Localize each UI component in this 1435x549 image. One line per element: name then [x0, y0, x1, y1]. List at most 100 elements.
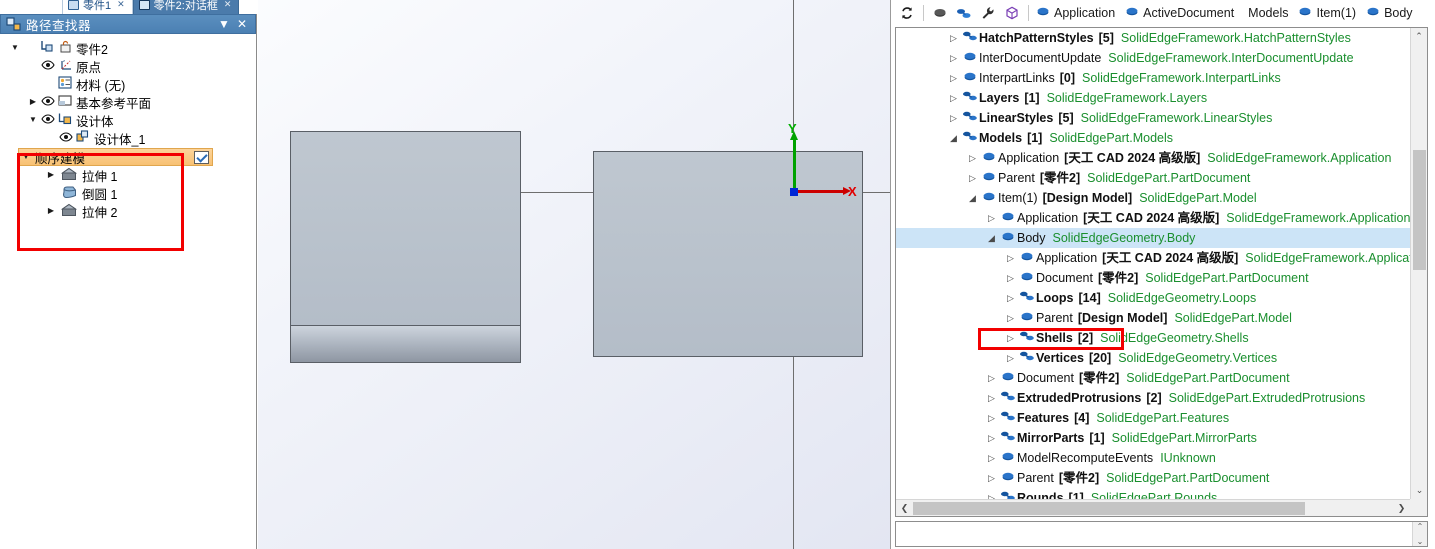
tree-expander[interactable]: ▷	[966, 168, 979, 188]
inspector-tree[interactable]: ▷ HatchPatternStyles [5] SolidEdgeFramework…	[896, 28, 1410, 499]
inspector-tree-row[interactable]: ▷ Document [零件2] SolidEdgePart.PartDocument	[896, 268, 1410, 288]
vertical-scroll-thumb[interactable]	[1413, 150, 1426, 270]
breadcrumb-item-body[interactable]: Body	[1363, 2, 1420, 24]
sequence-modeling-header[interactable]: ▼ 顺序建模	[18, 148, 213, 166]
tree-expander[interactable]: ▷	[966, 148, 979, 168]
tree-expander[interactable]: ▶	[26, 57, 40, 75]
document-tab-1[interactable]: 零件1 ✕	[62, 0, 133, 14]
tree-expander[interactable]: ▶	[44, 166, 58, 184]
breadcrumb-item-application[interactable]: Application	[1033, 2, 1122, 24]
document-tab-2[interactable]: 零件2:对话框 ✕	[132, 0, 240, 14]
inspector-vertical-scrollbar[interactable]: ⌃ ⌄	[1410, 28, 1427, 499]
tree-expander[interactable]: ▷	[1004, 348, 1017, 368]
tree-expander[interactable]: ▷	[985, 388, 998, 408]
tree-expander[interactable]: ▷	[985, 208, 998, 228]
horizontal-scroll-thumb[interactable]	[913, 501, 1305, 515]
inspector-tree-row[interactable]: ◢ Item(1) [Design Model] SolidEdgePart.Mode…	[896, 188, 1410, 208]
tree-expander[interactable]: ▼	[8, 39, 22, 57]
checked-box-icon[interactable]	[194, 150, 209, 164]
inspector-tree-row[interactable]: ◢ Models [1] SolidEdgePart.Models	[896, 128, 1410, 148]
inspector-tree-row[interactable]: ▷ Features [4] SolidEdgePart.Features	[896, 408, 1410, 428]
inspector-tree-row[interactable]: ▷ Vertices [20] SolidEdgeGeometry.Vertices	[896, 348, 1410, 368]
inspector-tree-row[interactable]: ▷ Document [零件2] SolidEdgePart.PartDocument	[896, 368, 1410, 388]
refresh-icon[interactable]	[895, 2, 919, 24]
tree-expander[interactable]: ▷	[985, 408, 998, 428]
inspector-tree-row[interactable]: ▷ ModelRecomputeEvents IUnknown	[896, 448, 1410, 468]
tree-expander[interactable]: ▷	[985, 488, 998, 499]
sequence-feature-item[interactable]: ▶ 拉伸 2	[0, 202, 256, 220]
inspector-tree-row[interactable]: ▷ Application [天工 CAD 2024 高级版] SolidEdgeFr…	[896, 248, 1410, 268]
tree-expander[interactable]: ▷	[947, 88, 960, 108]
tree-expander[interactable]: ▼	[26, 111, 40, 129]
inspector-tree-row[interactable]: ▷ HatchPatternStyles [5] SolidEdgeFramework…	[896, 28, 1410, 48]
detail-scroll-up-icon[interactable]: ⌃	[1417, 522, 1424, 531]
breadcrumb-item-models[interactable]: Models	[1241, 2, 1295, 24]
tree-expander[interactable]: ▷	[985, 368, 998, 388]
scroll-down-button[interactable]: ⌄	[1411, 482, 1427, 499]
inspector-tree-row[interactable]: ▷ ExtrudedProtrusions [2] SolidEdgePart.Ext…	[896, 388, 1410, 408]
panel-collapse-button[interactable]: ▼	[215, 18, 233, 30]
object-icon[interactable]	[928, 2, 952, 24]
tree-expander[interactable]: ▷	[947, 28, 960, 48]
inspector-tree-row[interactable]: ◢ Body SolidEdgeGeometry.Body	[896, 228, 1410, 248]
tree-expander[interactable]: ▷	[985, 448, 998, 468]
inspector-tree-row[interactable]: ▷ Rounds [1] SolidEdgePart.Rounds	[896, 488, 1410, 499]
sequence-feature-item[interactable]: ▶ 倒圆 1	[0, 184, 256, 202]
detail-box-scrollbar[interactable]: ⌃ ⌄	[1412, 522, 1427, 546]
tree-expander[interactable]: ▷	[1004, 308, 1017, 328]
sequence-feature-item[interactable]: ▶ 拉伸 1	[0, 166, 256, 184]
pathfinder-tree-item[interactable]: ▶ 设计体_1	[0, 129, 256, 147]
inspector-tree-row[interactable]: ▷ Parent [零件2] SolidEdgePart.PartDocument	[896, 468, 1410, 488]
visibility-eye-icon[interactable]	[40, 57, 56, 75]
tree-expander[interactable]: ▷	[947, 108, 960, 128]
tree-expander[interactable]: ▶	[26, 75, 40, 93]
tree-expander[interactable]: ▷	[1004, 268, 1017, 288]
inspector-tree-row[interactable]: ▷ InterpartLinks [0] SolidEdgeFramework.Int…	[896, 68, 1410, 88]
inspector-tree-row[interactable]: ▷ Application [天工 CAD 2024 高级版] SolidEdgeFr…	[896, 208, 1410, 228]
tree-expander[interactable]: ▷	[985, 428, 998, 448]
tree-expander[interactable]: ▷	[947, 48, 960, 68]
tree-expander[interactable]: ▶	[44, 202, 58, 220]
tree-expander[interactable]: ▷	[985, 468, 998, 488]
visibility-eye-icon[interactable]	[40, 111, 56, 129]
solid-body-left[interactable]	[290, 131, 521, 326]
breadcrumb-item-item1[interactable]: Item(1)	[1295, 2, 1363, 24]
tree-expander[interactable]: ▶	[44, 129, 58, 147]
sequence-expander[interactable]: ▼	[19, 148, 33, 166]
cad-viewport[interactable]: X Y	[258, 0, 890, 549]
tab-close-icon[interactable]: ✕	[224, 0, 232, 10]
pathfinder-tree-item[interactable]: ▼ 设计体	[0, 111, 256, 129]
tree-expander[interactable]: ▶	[44, 184, 58, 202]
pathfinder-tree-item[interactable]: ▶ 材料 (无)	[0, 75, 256, 93]
inspector-tree-row[interactable]: ▷ Loops [14] SolidEdgeGeometry.Loops	[896, 288, 1410, 308]
breadcrumb-item-activedocument[interactable]: ActiveDocument	[1122, 2, 1241, 24]
inspector-tree-row[interactable]: ▷ Parent [零件2] SolidEdgePart.PartDocument	[896, 168, 1410, 188]
tree-expander[interactable]: ▷	[1004, 288, 1017, 308]
solid-body-left-round[interactable]	[290, 326, 521, 363]
detail-scroll-down-icon[interactable]: ⌄	[1417, 537, 1424, 546]
tree-expander[interactable]: ▷	[1004, 248, 1017, 268]
tree-expander[interactable]: ◢	[985, 228, 998, 248]
inspector-tree-row[interactable]: ▷ Parent [Design Model] SolidEdgePart.Model	[896, 308, 1410, 328]
tree-expander[interactable]: ◢	[947, 128, 960, 148]
inspector-tree-row[interactable]: ▷ Shells [2] SolidEdgeGeometry.Shells	[896, 328, 1410, 348]
scroll-up-button[interactable]: ⌃	[1411, 28, 1427, 45]
pathfinder-tree-item[interactable]: ▶ 基本参考平面	[0, 93, 256, 111]
link-icon[interactable]	[952, 2, 976, 24]
tree-expander[interactable]: ▷	[947, 68, 960, 88]
scroll-left-button[interactable]: ❮	[896, 503, 913, 514]
pathfinder-tree-item[interactable]: ▶ z 原点	[0, 57, 256, 75]
inspector-tree-row[interactable]: ▷ Layers [1] SolidEdgeFramework.Layers	[896, 88, 1410, 108]
visibility-eye-icon[interactable]	[40, 93, 56, 111]
tab-close-icon[interactable]: ✕	[117, 0, 125, 10]
scroll-right-button[interactable]: ❯	[1393, 503, 1410, 514]
pathfinder-tree-item[interactable]: ▼ 零件2	[0, 39, 256, 57]
inspector-tree-row[interactable]: ▷ LinearStyles [5] SolidEdgeFramework.Linea…	[896, 108, 1410, 128]
tree-expander[interactable]: ◢	[966, 188, 979, 208]
inspector-horizontal-scrollbar[interactable]: ❮ ❯	[896, 499, 1410, 516]
cube-icon[interactable]	[1000, 2, 1024, 24]
tree-expander[interactable]: ▷	[1004, 328, 1017, 348]
inspector-tree-row[interactable]: ▷ Application [天工 CAD 2024 高级版] SolidEdgeFr…	[896, 148, 1410, 168]
inspector-tree-row[interactable]: ▷ InterDocumentUpdate SolidEdgeFramework.I…	[896, 48, 1410, 68]
visibility-eye-icon[interactable]	[58, 129, 74, 147]
